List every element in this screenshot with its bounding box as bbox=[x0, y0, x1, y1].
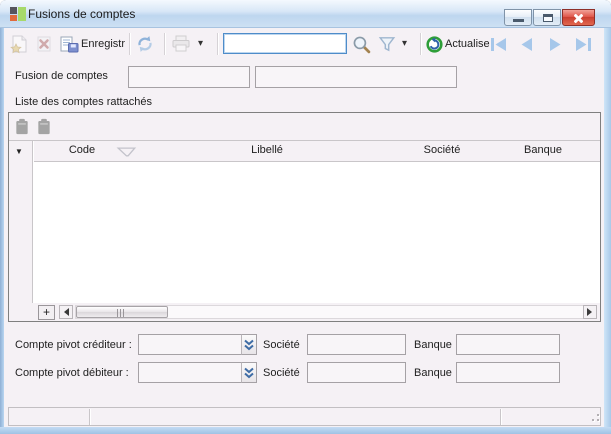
hscroll-left-button[interactable] bbox=[59, 305, 73, 319]
app-icon-square-gray bbox=[10, 7, 17, 14]
hscrollbar-thumb[interactable] bbox=[76, 306, 168, 318]
column-header-libelle[interactable]: Libellé bbox=[227, 144, 307, 156]
print-button[interactable] bbox=[171, 32, 191, 56]
grid-bottom-bar: + bbox=[9, 303, 600, 321]
grid-header-row: Code Libellé Société Banque bbox=[34, 141, 600, 162]
app-icon[interactable] bbox=[10, 6, 26, 22]
search-button[interactable] bbox=[352, 32, 371, 56]
actualise-button-label: Actualise bbox=[445, 38, 490, 50]
compte-pivot-debiteur-label: Compte pivot débiteur : bbox=[15, 367, 129, 379]
grid-toolbar bbox=[9, 113, 600, 141]
refresh-button[interactable] bbox=[136, 32, 154, 56]
app-icon-square-green bbox=[18, 7, 26, 21]
fusion-de-comptes-label: Fusion de comptes bbox=[15, 70, 108, 82]
crediteur-combo-dropdown-button[interactable] bbox=[241, 334, 257, 355]
nav-previous-button[interactable] bbox=[518, 32, 536, 56]
compte-pivot-crediteur-label: Compte pivot créditeur : bbox=[15, 339, 132, 351]
row-marker-icon: ▼ bbox=[15, 147, 23, 156]
compte-pivot-debiteur-combo[interactable] bbox=[138, 362, 242, 383]
copy-row-icon[interactable] bbox=[14, 118, 30, 135]
delete-record-button[interactable] bbox=[35, 32, 53, 56]
window-border-bottom bbox=[0, 427, 611, 434]
window-border-left bbox=[0, 28, 4, 427]
delete-row-icon[interactable] bbox=[36, 118, 52, 135]
save-button[interactable]: Enregistr bbox=[60, 32, 125, 56]
column-header-banque[interactable]: Banque bbox=[503, 144, 583, 156]
save-button-label: Enregistr bbox=[81, 38, 126, 50]
comptes-rattaches-grid: ▼ Code Libellé Société Banque + bbox=[8, 112, 601, 322]
new-document-icon bbox=[10, 35, 27, 53]
next-record-icon bbox=[550, 37, 561, 51]
print-options-dropdown[interactable]: ▾ bbox=[198, 32, 203, 56]
filter-button[interactable] bbox=[378, 32, 396, 56]
window-border-right bbox=[604, 28, 611, 427]
maximize-icon bbox=[543, 14, 553, 22]
status-divider bbox=[500, 409, 502, 425]
status-bar bbox=[8, 407, 601, 426]
scroll-left-icon bbox=[60, 308, 69, 316]
maximize-button[interactable] bbox=[533, 9, 561, 26]
toolbar-separator bbox=[164, 33, 166, 55]
last-record-icon bbox=[576, 37, 591, 51]
fusion-libelle-field[interactable] bbox=[255, 66, 457, 88]
window-title: Fusions de comptes bbox=[28, 7, 136, 21]
nav-next-button[interactable] bbox=[546, 32, 564, 56]
scroll-right-icon bbox=[587, 308, 596, 316]
debiteur-combo-dropdown-button[interactable] bbox=[241, 362, 257, 383]
debiteur-societe-label: Société bbox=[263, 367, 300, 379]
first-record-icon bbox=[491, 37, 506, 51]
titlebar[interactable]: Fusions de comptes bbox=[0, 0, 611, 28]
liste-comptes-rattaches-label: Liste des comptes rattachés bbox=[15, 96, 152, 108]
save-icon bbox=[60, 36, 79, 52]
add-row-button[interactable]: + bbox=[38, 305, 55, 320]
nav-first-button[interactable] bbox=[489, 32, 509, 56]
fusion-code-field[interactable] bbox=[128, 66, 250, 88]
toolbar-separator bbox=[129, 33, 131, 55]
debiteur-banque-label: Banque bbox=[414, 367, 452, 379]
search-input[interactable] bbox=[223, 33, 347, 54]
compte-pivot-crediteur-combo[interactable] bbox=[138, 334, 242, 355]
chevron-down-icon: ▾ bbox=[402, 38, 408, 49]
crediteur-societe-label: Société bbox=[263, 339, 300, 351]
crediteur-banque-field[interactable] bbox=[456, 334, 560, 355]
actualise-button[interactable]: Actualise bbox=[426, 32, 490, 56]
crediteur-banque-label: Banque bbox=[414, 339, 452, 351]
actualise-refresh-icon bbox=[426, 35, 443, 53]
scrollbar-grip-icon bbox=[117, 309, 125, 317]
column-header-societe[interactable]: Société bbox=[402, 144, 482, 156]
filter-funnel-icon bbox=[378, 37, 396, 52]
hscroll-right-button[interactable] bbox=[583, 305, 597, 319]
printer-icon bbox=[172, 35, 190, 52]
debiteur-banque-field[interactable] bbox=[456, 362, 560, 383]
app-icon-square-orange bbox=[10, 15, 17, 21]
debiteur-societe-field[interactable] bbox=[307, 362, 406, 383]
crediteur-societe-field[interactable] bbox=[307, 334, 406, 355]
sort-funnel-icon[interactable] bbox=[116, 147, 138, 158]
grid-row-selector-column[interactable]: ▼ bbox=[9, 141, 33, 321]
minimize-icon bbox=[513, 19, 524, 22]
toolbar-separator bbox=[217, 33, 219, 55]
status-divider bbox=[89, 409, 91, 425]
delete-icon bbox=[37, 36, 51, 52]
refresh-icon bbox=[138, 36, 152, 52]
chevron-down-icon: ▾ bbox=[198, 38, 204, 49]
filter-options-dropdown[interactable]: ▾ bbox=[402, 32, 407, 56]
minimize-button[interactable] bbox=[504, 9, 532, 26]
column-header-code[interactable]: Code bbox=[52, 144, 112, 156]
search-icon bbox=[353, 36, 371, 53]
new-record-button[interactable] bbox=[9, 32, 29, 56]
hscrollbar-track[interactable] bbox=[75, 305, 592, 319]
previous-record-icon bbox=[521, 37, 532, 51]
window-fusions-de-comptes: Fusions de comptes Enregistr ▾ ▾ Actuali… bbox=[0, 0, 611, 434]
nav-last-button[interactable] bbox=[573, 32, 593, 56]
close-button[interactable] bbox=[562, 9, 595, 26]
double-chevron-down-icon bbox=[244, 339, 254, 350]
double-chevron-down-icon bbox=[244, 367, 254, 378]
resize-grip-icon[interactable] bbox=[589, 411, 601, 423]
toolbar-separator bbox=[420, 33, 422, 55]
